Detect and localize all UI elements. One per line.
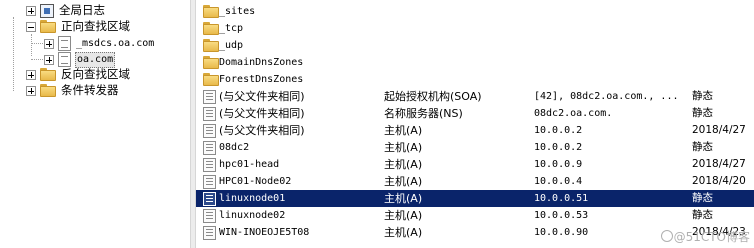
dns-record-icon <box>203 124 216 138</box>
folder-name: _udp <box>219 40 244 51</box>
watermark-logo-icon <box>660 230 673 242</box>
record-type: 主机(A) <box>384 175 423 188</box>
folder-icon <box>203 5 219 18</box>
record-row[interactable]: (与父文件夹相同) 主机(A) 10.0.0.2 2018/4/27 <box>196 122 754 139</box>
dns-record-icon <box>203 158 216 172</box>
tree-item-label: 反向查找区域 <box>61 67 130 81</box>
tree-item-msdcs-zone[interactable]: _msdcs.oa.com <box>44 35 155 52</box>
record-type: 主机(A) <box>384 124 423 137</box>
expand-icon[interactable] <box>26 5 36 16</box>
watermark-text: @51CTO博客 <box>673 230 750 244</box>
record-row[interactable]: linuxnode02 主机(A) 10.0.0.53 静态 <box>196 207 754 224</box>
record-data: 10.0.0.4 <box>534 176 583 187</box>
record-timestamp: 静态 <box>692 90 713 102</box>
list-item-folder[interactable]: _sites <box>196 3 754 20</box>
record-name: linuxnode02 <box>219 210 286 221</box>
record-name: WIN-INOEOJE5T08 <box>219 227 310 238</box>
record-type: 名称服务器(NS) <box>384 107 463 120</box>
record-timestamp: 静态 <box>692 192 713 204</box>
record-type: 主机(A) <box>384 226 423 239</box>
record-name: (与父文件夹相同) <box>219 124 305 137</box>
tree-item-label: _msdcs.oa.com <box>76 38 155 49</box>
list-item-folder[interactable]: _tcp <box>196 20 754 37</box>
folder-icon <box>203 39 219 52</box>
record-timestamp: 2018/4/20 <box>692 175 746 187</box>
expand-icon[interactable] <box>26 85 36 96</box>
record-name: linuxnode01 <box>219 193 286 204</box>
folder-name: _sites <box>219 6 256 17</box>
record-row[interactable]: HPC01-Node02 主机(A) 10.0.0.4 2018/4/20 <box>196 173 754 190</box>
record-name: (与父文件夹相同) <box>219 90 305 103</box>
dns-record-icon <box>203 90 216 104</box>
record-row-selected[interactable]: linuxnode01 主机(A) 10.0.0.51 静态 <box>196 190 754 207</box>
tree-item-forward-lookup-zones[interactable]: 正向查找区域 <box>26 18 131 35</box>
folder-icon <box>40 68 56 81</box>
folder-name: DomainDnsZones <box>219 57 304 68</box>
folder-name: ForestDnsZones <box>219 74 304 85</box>
collapse-icon[interactable] <box>26 21 36 32</box>
record-name: hpc01-head <box>219 159 280 170</box>
dns-record-icon <box>203 107 216 121</box>
record-data: 10.0.0.2 <box>534 142 583 153</box>
dns-record-icon <box>203 209 216 223</box>
folder-icon <box>203 56 219 69</box>
record-list: _sites _tcp _udp DomainDnsZones ForestDn… <box>196 0 754 248</box>
dns-record-icon <box>203 226 216 240</box>
record-type: 主机(A) <box>384 192 423 205</box>
record-row[interactable]: (与父文件夹相同) 起始授权机构(SOA) [42], 08dc2.oa.com… <box>196 88 754 105</box>
zone-tree: 全局日志 正向查找区域 _msdcs.oa.com oa.com 反向查找区域 … <box>0 0 190 248</box>
folder-name: _tcp <box>219 23 244 34</box>
record-type: 主机(A) <box>384 209 423 222</box>
record-type: 起始授权机构(SOA) <box>384 90 482 103</box>
record-data: 10.0.0.9 <box>534 159 583 170</box>
folder-icon <box>40 84 56 97</box>
record-row[interactable]: 08dc2 主机(A) 10.0.0.2 静态 <box>196 139 754 156</box>
log-icon <box>40 3 54 18</box>
tree-item-label: 正向查找区域 <box>61 19 130 33</box>
zone-file-icon <box>58 52 71 67</box>
watermark: @51CTO博客 <box>660 228 750 245</box>
expand-icon[interactable] <box>44 54 54 65</box>
record-name: 08dc2 <box>219 142 250 153</box>
record-row[interactable]: (与父文件夹相同) 名称服务器(NS) 08dc2.oa.com. 静态 <box>196 105 754 122</box>
record-row[interactable]: hpc01-head 主机(A) 10.0.0.9 2018/4/27 <box>196 156 754 173</box>
tree-item-global-logs[interactable]: 全局日志 <box>26 2 106 19</box>
expand-icon[interactable] <box>44 38 54 49</box>
record-timestamp: 静态 <box>692 141 713 153</box>
record-timestamp: 2018/4/27 <box>692 158 746 170</box>
record-data: 10.0.0.90 <box>534 227 589 238</box>
tree-item-label: 全局日志 <box>59 3 105 17</box>
record-timestamp: 静态 <box>692 209 713 221</box>
zone-file-icon <box>58 36 71 51</box>
folder-icon <box>203 73 219 86</box>
record-data: 10.0.0.53 <box>534 210 589 221</box>
record-timestamp: 2018/4/27 <box>692 124 746 136</box>
tree-item-reverse-lookup-zones[interactable]: 反向查找区域 <box>26 66 131 83</box>
tree-item-conditional-forwarders[interactable]: 条件转发器 <box>26 82 120 99</box>
list-item-folder[interactable]: DomainDnsZones <box>196 54 754 71</box>
record-name: HPC01-Node02 <box>219 176 292 187</box>
record-timestamp: 静态 <box>692 107 713 119</box>
record-name: (与父文件夹相同) <box>219 107 305 120</box>
dns-record-icon <box>203 192 216 206</box>
record-data: 10.0.0.51 <box>534 193 589 204</box>
folder-icon <box>40 20 56 33</box>
record-data: [42], 08dc2.oa.com., ... <box>534 91 679 102</box>
record-data: 08dc2.oa.com. <box>534 108 613 119</box>
tree-item-label: 条件转发器 <box>61 83 119 97</box>
record-type: 主机(A) <box>384 141 423 154</box>
expand-icon[interactable] <box>26 69 36 80</box>
dns-record-icon <box>203 141 216 155</box>
list-item-folder[interactable]: _udp <box>196 37 754 54</box>
dns-record-icon <box>203 175 216 189</box>
folder-icon <box>203 22 219 35</box>
record-data: 10.0.0.2 <box>534 125 583 136</box>
list-item-folder[interactable]: ForestDnsZones <box>196 71 754 88</box>
record-type: 主机(A) <box>384 158 423 171</box>
